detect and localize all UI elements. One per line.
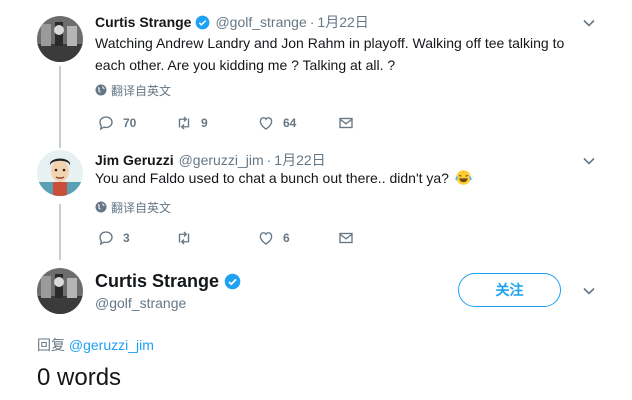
envelope-icon xyxy=(339,117,353,129)
avatar[interactable] xyxy=(37,16,83,62)
tweet-text: Watching Andrew Landry and Jon Rahm in p… xyxy=(95,35,565,73)
tweet[interactable]: Jim Geruzzi @geruzzi_jim · 1月22日 You and… xyxy=(0,150,632,250)
like-count: 64 xyxy=(283,116,297,130)
tweet[interactable]: Curtis Strange @golf_strange · 1月22日 Wat… xyxy=(0,12,632,142)
reply-count: 3 xyxy=(123,231,130,245)
tweet-actions: 70 9 64 xyxy=(95,113,395,133)
reply-button[interactable]: 70 xyxy=(97,113,136,133)
author-handle[interactable]: @golf_strange xyxy=(215,12,306,32)
tweet-text: You and Faldo used to chat a bunch out t… xyxy=(95,167,585,189)
globe-icon xyxy=(95,84,107,96)
dm-button[interactable] xyxy=(337,228,355,248)
chevron-down-icon[interactable] xyxy=(582,154,596,168)
chevron-down-icon[interactable] xyxy=(582,284,596,298)
author-name[interactable]: Curtis Strange xyxy=(95,12,191,32)
focused-author-name[interactable]: Curtis Strange xyxy=(95,270,241,292)
face-with-tears-of-joy-icon xyxy=(455,170,472,185)
avatar[interactable] xyxy=(37,150,83,196)
translate-link[interactable]: 翻译自英文 xyxy=(95,199,171,215)
heart-icon xyxy=(259,232,273,245)
reply-icon xyxy=(99,231,113,246)
globe-icon xyxy=(95,201,107,213)
tweet-text-body: You and Faldo used to chat a bunch out t… xyxy=(95,170,449,186)
verified-badge-icon xyxy=(224,273,241,289)
retweet-button[interactable] xyxy=(175,228,201,248)
focused-author-handle[interactable]: @golf_strange xyxy=(95,295,186,311)
envelope-icon xyxy=(339,232,353,244)
translate-link[interactable]: 翻译自英文 xyxy=(95,82,171,98)
separator-dot: · xyxy=(309,14,315,30)
like-button[interactable]: 64 xyxy=(257,113,296,133)
reply-count: 70 xyxy=(123,116,137,130)
tweet-date[interactable]: 1月22日 xyxy=(317,12,368,32)
tweet-actions: 3 6 xyxy=(95,228,395,248)
dm-button[interactable] xyxy=(337,113,355,133)
tweet-header: Curtis Strange @golf_strange · 1月22日 xyxy=(95,12,369,32)
translate-label: 翻译自英文 xyxy=(111,200,172,215)
replying-to-mention[interactable]: @geruzzi_jim xyxy=(69,337,154,353)
retweet-button[interactable]: 9 xyxy=(175,113,208,133)
follow-button[interactable]: 关注 xyxy=(458,273,561,307)
retweet-count: 9 xyxy=(201,116,208,130)
heart-icon xyxy=(259,117,273,130)
retweet-icon xyxy=(178,116,190,130)
focused-author-name-text[interactable]: Curtis Strange xyxy=(95,271,219,292)
replying-to: 回复 @geruzzi_jim xyxy=(37,335,154,355)
verified-badge-icon xyxy=(196,15,210,29)
retweet-icon xyxy=(178,231,190,245)
translate-label: 翻译自英文 xyxy=(111,83,172,98)
reply-icon xyxy=(99,116,113,131)
like-count: 6 xyxy=(283,231,290,245)
like-button[interactable]: 6 xyxy=(257,228,290,248)
chevron-down-icon[interactable] xyxy=(582,16,596,30)
reply-button[interactable]: 3 xyxy=(97,228,130,248)
replying-to-label: 回复 xyxy=(37,337,69,353)
avatar[interactable] xyxy=(37,268,83,314)
word-count: 0 words xyxy=(37,364,122,391)
